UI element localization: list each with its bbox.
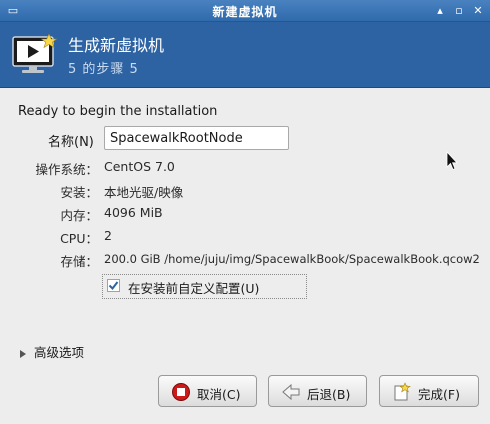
checkmark-icon <box>108 281 119 291</box>
new-vm-monitor-icon <box>12 34 58 73</box>
expander-arrow-icon <box>20 349 26 358</box>
install-value: 本地光驱/映像 <box>104 185 184 200</box>
finish-star-icon <box>394 382 411 401</box>
cancel-button-label: 取消(C) <box>197 387 241 402</box>
customize-checkbox[interactable] <box>107 279 120 292</box>
storage-label: 存储： <box>60 254 98 269</box>
advanced-options-label: 高级选项 <box>34 345 85 360</box>
stop-icon <box>172 383 190 401</box>
window-titlebar[interactable]: ▭ 新建虚拟机 ▴ ▫ ✕ <box>0 0 490 22</box>
window-title: 新建虚拟机 <box>212 5 278 19</box>
back-button[interactable]: 后退(B) <box>268 375 367 407</box>
window-close-icon[interactable]: ✕ <box>470 3 486 19</box>
os-label: 操作系统： <box>35 162 98 177</box>
window-maximize-icon[interactable]: ▫ <box>451 3 467 19</box>
os-value: CentOS 7.0 <box>104 159 175 174</box>
mouse-cursor-icon <box>446 151 458 171</box>
advanced-options-expander[interactable]: 高级选项 <box>20 342 84 361</box>
storage-value: 200.0 GiB /home/juju/img/SpacewalkBook/S… <box>104 252 480 266</box>
back-arrow-icon <box>282 383 300 401</box>
customize-label[interactable]: 在安装前自定义配置(U) <box>128 278 259 297</box>
step-indicator: 5 的步骤 5 <box>68 62 139 77</box>
name-label: 名称(N) <box>48 135 94 150</box>
finish-button[interactable]: 完成(F) <box>379 375 479 407</box>
window-shade-icon[interactable]: ▴ <box>432 3 448 19</box>
install-label: 安装： <box>60 185 98 200</box>
finish-button-label: 完成(F) <box>418 387 460 402</box>
memory-label: 内存： <box>60 208 98 223</box>
summary-lead: Ready to begin the installation <box>18 104 218 119</box>
cpu-label: CPU： <box>60 231 98 246</box>
vm-name-input[interactable] <box>104 126 289 150</box>
cancel-button[interactable]: 取消(C) <box>158 375 257 407</box>
back-button-label: 后退(B) <box>307 387 351 402</box>
memory-value: 4096 MiB <box>104 205 163 220</box>
cpu-value: 2 <box>104 228 112 243</box>
page-title: 生成新虚拟机 <box>68 36 165 55</box>
header-banner: 生成新虚拟机 5 的步骤 5 <box>0 22 490 88</box>
